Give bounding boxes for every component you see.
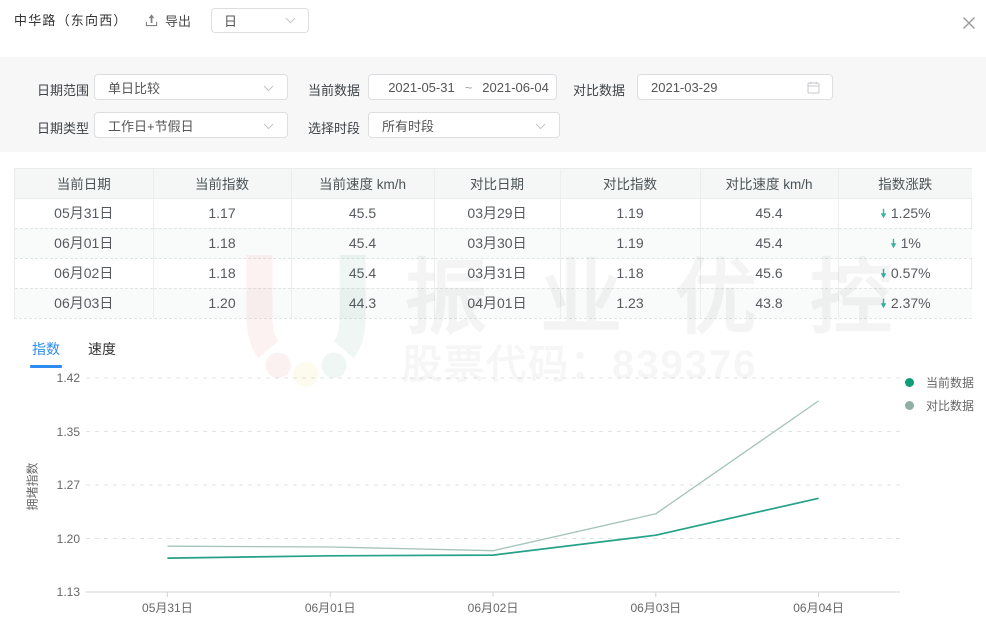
table-header-cell: 对比速度 km/h	[700, 169, 839, 199]
down-arrow-icon	[880, 208, 887, 219]
y-axis-name: 拥堵指数	[25, 462, 40, 511]
table-row: 06月03日 1.20 44.3 04月01日 1.23 43.8 2.37%	[15, 287, 972, 318]
table-cell: 1.18	[560, 257, 701, 288]
chevron-down-icon	[263, 85, 274, 92]
period-select[interactable]: 日	[211, 8, 309, 33]
legend-label-compare: 对比数据	[926, 399, 975, 413]
table-cell: 03月29日	[434, 198, 561, 228]
down-arrow-icon	[880, 268, 887, 279]
x-tick-label: 06月02日	[467, 601, 519, 615]
table-row: 05月31日 1.17 45.5 03月29日 1.19 45.4 1.25%	[15, 198, 972, 228]
y-tick-label: 1.13	[56, 585, 80, 599]
date-range-select[interactable]: 单日比较	[94, 74, 288, 100]
date-type-select[interactable]: 工作日+节假日	[94, 112, 288, 138]
table-cell-change: 1.25%	[838, 198, 972, 228]
legend-dot-compare	[905, 401, 914, 410]
chevron-down-icon	[263, 123, 274, 130]
current-data-label: 当前数据	[308, 83, 361, 98]
compare-data-label: 对比数据	[573, 83, 626, 98]
series-line-当前数据[interactable]	[167, 497, 819, 559]
current-data-end: 2021-06-04	[482, 79, 549, 95]
time-period-label: 选择时段	[308, 121, 361, 136]
close-icon[interactable]	[960, 14, 978, 32]
chevron-down-icon	[285, 17, 296, 24]
export-button[interactable]: 导出	[144, 9, 191, 31]
table-cell: 45.4	[291, 227, 435, 258]
calendar-icon	[807, 81, 820, 94]
table-cell: 1.20	[153, 287, 292, 318]
table-header-row: 当前日期 当前指数 当前速度 km/h 对比日期 对比指数 对比速度 km/h 指数涨跌	[15, 169, 972, 199]
filter-panel: 日期范围 单日比较 当前数据 2021-05-31 ~ 2021-06-04 对…	[0, 57, 986, 152]
table-cell-change: 1%	[838, 227, 972, 258]
date-type-label: 日期类型	[37, 121, 90, 136]
down-arrow-icon	[890, 238, 896, 249]
table-cell: 06月03日	[15, 287, 154, 318]
export-icon	[145, 13, 158, 26]
compare-data-input[interactable]: 2021-03-29	[637, 74, 833, 100]
comparison-table: 当前日期 当前指数 当前速度 km/h 对比日期 对比指数 对比速度 km/h 指数涨跌 0…	[14, 168, 972, 319]
legend-item-compare[interactable]: 对比数据	[905, 397, 974, 414]
table-header-cell: 当前速度 km/h	[291, 169, 435, 199]
current-data-start: 2021-05-31	[388, 79, 455, 95]
y-tick-label: 1.42	[56, 371, 80, 385]
time-period-select[interactable]: 所有时段	[368, 112, 560, 138]
table-cell: 05月31日	[15, 198, 154, 228]
table-cell: 45.4	[700, 198, 839, 228]
date-range-value: 单日比较	[108, 80, 161, 96]
table-cell-change: 2.37%	[838, 287, 972, 318]
table-cell: 1.18	[153, 227, 292, 258]
table-cell: 1.23	[560, 287, 701, 318]
table-header-cell: 指数涨跌	[838, 169, 972, 199]
chevron-down-icon	[535, 123, 546, 130]
legend-label-current: 当前数据	[926, 376, 975, 390]
table-cell: 1.19	[560, 227, 701, 258]
compare-data-value: 2021-03-29	[651, 79, 718, 95]
legend-item-current[interactable]: 当前数据	[905, 374, 974, 391]
table-cell: 06月01日	[15, 227, 154, 258]
table-cell: 45.5	[291, 198, 435, 228]
x-tick-label: 06月03日	[630, 601, 682, 615]
table-cell: 44.3	[291, 287, 435, 318]
range-separator: ~	[464, 79, 473, 95]
table-cell: 1.19	[560, 198, 701, 228]
table-header-cell: 对比日期	[434, 169, 561, 199]
down-arrow-icon	[880, 299, 887, 309]
table-row: 06月01日 1.18 45.4 03月30日 1.19 45.4 1%	[15, 227, 972, 258]
table-cell: 43.8	[700, 287, 839, 318]
table-cell-change: 0.57%	[838, 257, 972, 288]
series-line-对比数据[interactable]	[167, 400, 819, 552]
table-row: 06月02日 1.18 45.4 03月31日 1.18 45.6 0.57%	[15, 257, 972, 288]
current-data-range-input[interactable]: 2021-05-31 ~ 2021-06-04	[368, 74, 557, 100]
table-cell: 03月30日	[434, 227, 561, 258]
table-cell: 45.4	[291, 257, 435, 288]
period-select-value: 日	[224, 14, 238, 29]
table-header-cell: 对比指数	[560, 169, 701, 199]
time-period-value: 所有时段	[382, 118, 435, 134]
table-cell: 06月02日	[15, 257, 154, 288]
page-title: 中华路（东向西）	[14, 13, 128, 28]
date-range-label: 日期范围	[37, 83, 90, 98]
table-cell: 1.17	[153, 198, 292, 228]
export-label: 导出	[165, 13, 192, 29]
table-cell: 1.18	[153, 257, 292, 288]
table-cell: 03月31日	[434, 257, 561, 288]
table-header-cell: 当前指数	[153, 169, 292, 199]
x-tick-label: 06月01日	[304, 601, 356, 615]
x-tick-label: 06月04日	[793, 601, 844, 615]
table-cell: 45.6	[700, 257, 839, 288]
chart-legend: 当前数据 对比数据	[905, 374, 974, 420]
x-tick-label: 05月31日	[142, 601, 193, 615]
table-cell: 45.4	[700, 227, 839, 258]
table-header-cell: 当前日期	[15, 169, 154, 199]
legend-dot-current	[905, 378, 914, 387]
table-cell: 04月01日	[434, 287, 561, 318]
date-type-value: 工作日+节假日	[108, 118, 194, 134]
